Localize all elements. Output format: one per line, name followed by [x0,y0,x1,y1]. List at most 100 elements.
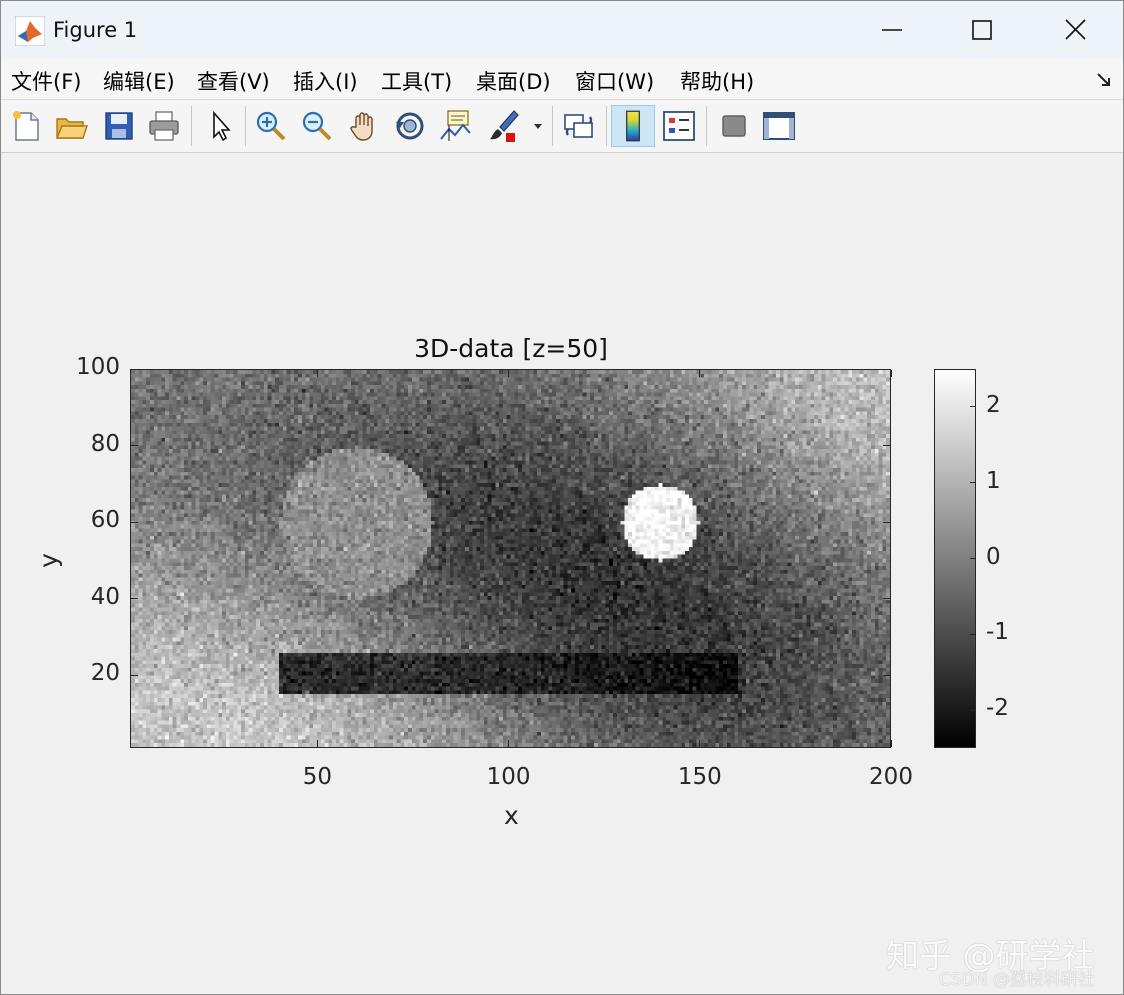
y-tick-mark [883,445,890,447]
zoom-out-icon [302,111,332,141]
matlab-logo-icon [15,16,45,46]
minimize-icon [882,29,902,31]
y-tick-mark [131,368,138,370]
colorbar-tick-mark [970,633,975,635]
figure-window: Figure 1 文件(F) 编辑(E) 查看(V) 插入(I) 工具(T) 桌… [0,0,1124,995]
y-tick-mark [131,598,138,600]
menu-view[interactable]: 查看(V) [197,66,270,96]
y-tick-label: 60 [90,507,120,534]
print-button[interactable] [145,107,183,145]
menu-tools[interactable]: 工具(T) [381,66,452,96]
brush-icon [490,110,519,142]
menu-help[interactable]: 帮助(H) [680,66,754,96]
close-button[interactable] [1052,9,1098,51]
x-tick-label: 100 [486,764,531,790]
y-tick-mark [883,521,890,523]
y-tick-mark [883,598,890,600]
zoom-in-icon [256,111,286,141]
legend-button[interactable] [660,107,698,145]
plot-title: 3D-data [z=50] [414,334,608,363]
figure-toolbar [1,100,1123,153]
maximize-icon [972,20,992,40]
x-tick-mark [890,740,892,747]
select-button[interactable] [201,107,239,145]
colorbar-button[interactable] [611,105,655,147]
x-tick-label: 200 [869,764,913,790]
hide-plot-tools-icon [722,115,746,137]
colorbar-tick-mark [970,482,975,484]
menu-file[interactable]: 文件(F) [11,66,81,96]
close-icon [1065,19,1086,40]
x-tick-mark [699,740,701,747]
open-file-icon [55,118,88,139]
colorbar-tick-label: -2 [986,695,1009,722]
minimize-button[interactable] [869,9,915,51]
link-plot-icon [564,114,593,138]
x-axis-label: x [504,801,519,830]
pan-button[interactable] [345,107,383,145]
brush-dropdown-button[interactable] [528,107,548,145]
x-tick-mark [508,740,510,747]
brush-button[interactable] [484,107,522,145]
y-tick-mark [131,521,138,523]
chevron-down-icon [534,124,542,129]
x-tick-label: 50 [302,764,333,790]
colorbar-tick-mark [970,558,975,559]
dock-figure-icon[interactable] [1095,71,1113,89]
menu-edit[interactable]: 编辑(E) [103,66,175,96]
hide-plot-tools-button[interactable] [715,107,753,145]
x-tick-mark [508,370,510,377]
maximize-button[interactable] [959,9,1005,51]
toolbar-separator [606,106,607,146]
y-tick-label: 100 [76,354,120,380]
toolbar-separator [552,106,553,146]
heatmap-axes[interactable] [130,369,891,748]
legend-icon [663,111,695,141]
show-plot-tools-icon [763,112,795,140]
menu-desktop[interactable]: 桌面(D) [476,66,551,96]
save-button[interactable] [100,107,138,145]
window-title: Figure 1 [53,18,138,42]
y-tick-label: 40 [90,583,120,610]
x-tick-mark [316,370,318,377]
x-tick-mark [699,370,701,377]
colorbar-icon [626,110,640,142]
select-arrow-icon [213,110,231,142]
colorbar-tick-label: 2 [986,391,1001,418]
watermark-csdn: CSDN @荔枝科研社 [939,970,1095,990]
x-tick-mark [890,370,892,377]
rotate-3d-icon [396,112,424,140]
show-plot-tools-button[interactable] [760,107,798,145]
link-plot-button[interactable] [560,107,598,145]
pan-hand-icon [350,112,373,141]
toolbar-separator [706,106,707,146]
x-tick-label: 150 [677,764,722,790]
toolbar-separator [245,106,246,146]
title-bar[interactable]: Figure 1 [1,1,1123,59]
y-axis-label: y [33,553,63,568]
y-tick-mark [131,674,138,676]
y-tick-label: 80 [90,430,120,457]
menu-insert[interactable]: 插入(I) [293,66,358,96]
toolbar-separator [191,106,192,146]
colorbar-tick-mark [970,709,975,711]
y-tick-mark [883,368,890,370]
colorbar-tick-label: 1 [986,467,1001,494]
colorbar-tick-label: 0 [986,543,1001,570]
data-cursor-button[interactable] [437,107,475,145]
data-cursor-icon [440,110,471,141]
x-tick-mark [316,740,318,747]
zoom-out-button[interactable] [298,107,336,145]
new-figure-icon [13,111,39,141]
heatmap-image [131,370,890,747]
y-tick-mark [883,674,890,676]
menu-window[interactable]: 窗口(W) [575,66,654,96]
menu-bar: 文件(F) 编辑(E) 查看(V) 插入(I) 工具(T) 桌面(D) 窗口(W… [1,59,1123,100]
new-figure-button[interactable] [7,107,45,145]
zoom-in-button[interactable] [252,107,290,145]
colorbar-tick-label: -1 [986,619,1009,646]
y-tick-mark [131,445,138,447]
open-file-button[interactable] [52,107,90,145]
rotate-3d-button[interactable] [391,107,429,145]
colorbar-tick-mark [970,406,975,408]
